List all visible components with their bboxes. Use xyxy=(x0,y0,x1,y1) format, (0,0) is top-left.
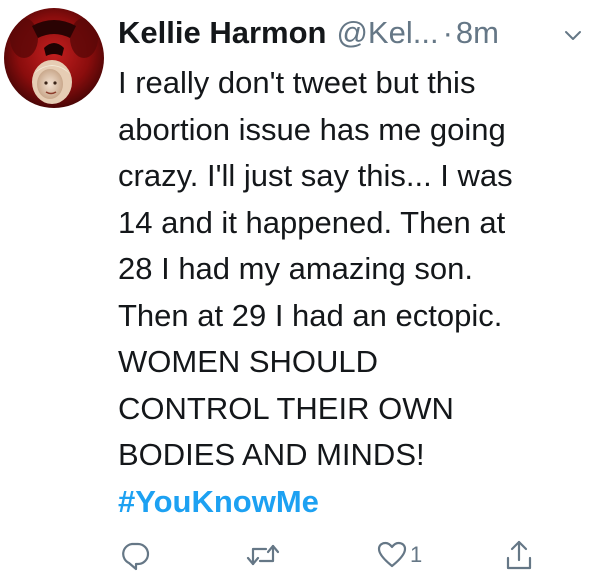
avatar[interactable] xyxy=(4,8,104,108)
profile-photo xyxy=(4,8,104,108)
like-button[interactable]: 1 xyxy=(376,533,422,577)
reply-button[interactable] xyxy=(118,533,152,577)
timestamp[interactable]: 8m xyxy=(456,10,499,56)
tweet-text: I really don't tweet but this abortion i… xyxy=(118,60,598,525)
tweet-line: I really don't tweet but this xyxy=(118,65,476,100)
share-button[interactable] xyxy=(504,533,534,577)
tweet-line: 28 I had my amazing son. xyxy=(118,251,473,286)
user-handle[interactable]: @Kel... xyxy=(336,10,438,56)
reply-icon xyxy=(122,542,150,571)
tweet-actions: 1 xyxy=(118,533,598,577)
tweet-line: CONTROL THEIR OWN xyxy=(118,390,454,426)
display-name[interactable]: Kellie Harmon xyxy=(118,10,326,56)
tweet-line: crazy. I'll just say this... I was xyxy=(118,158,513,193)
tweet-line: Then at 29 I had an ectopic. xyxy=(118,297,503,333)
like-count: 1 xyxy=(410,542,423,567)
tweet-header: Kellie Harmon @Kel... · 8m xyxy=(118,10,588,56)
tweet-line: WOMEN SHOULD xyxy=(118,344,379,379)
chevron-down-icon[interactable] xyxy=(562,24,584,46)
heart-icon xyxy=(377,541,407,568)
retweet-button[interactable] xyxy=(244,533,282,577)
retweet-icon xyxy=(246,544,280,566)
share-icon xyxy=(506,540,532,570)
tweet-line: abortion issue has me going xyxy=(118,111,506,147)
tweet-line: 14 and it happened. Then at xyxy=(118,204,506,240)
tweet-line: BODIES AND MINDS! xyxy=(118,437,425,472)
hashtag-link[interactable]: #YouKnowMe xyxy=(118,479,598,526)
separator-dot: · xyxy=(442,15,453,50)
